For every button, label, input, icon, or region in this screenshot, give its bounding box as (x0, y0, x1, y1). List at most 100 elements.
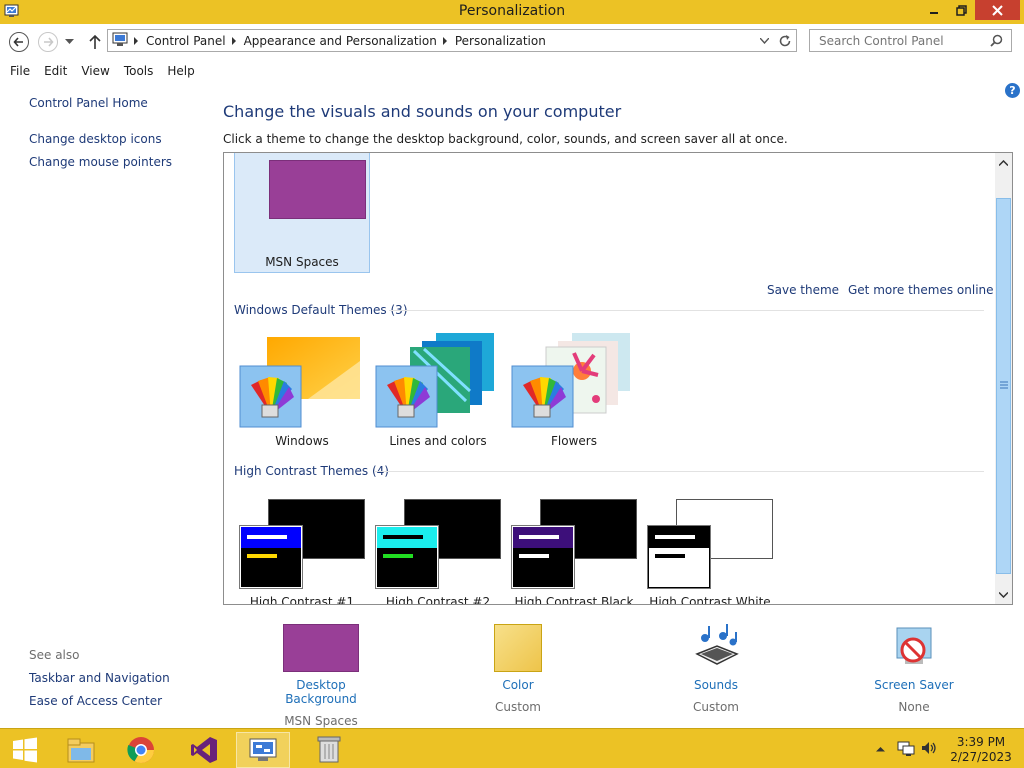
theme-label: Flowers (551, 434, 597, 448)
recent-pages-dropdown[interactable] (62, 31, 76, 53)
menu-tools[interactable]: Tools (117, 64, 161, 78)
desktop-background-setting[interactable]: Desktop Background MSN Spaces (261, 624, 381, 728)
taskbar-navigation-link[interactable]: Taskbar and Navigation (29, 671, 170, 685)
scroll-thumb[interactable] (996, 198, 1011, 574)
menu-view[interactable]: View (74, 64, 116, 78)
theme-high-contrast-white[interactable]: High Contrast White (646, 498, 774, 605)
control-panel-icon (249, 738, 277, 761)
theme-label: High Contrast White (649, 595, 771, 605)
theme-high-contrast-1[interactable]: High Contrast #1 (238, 498, 366, 605)
hc-preview-window (648, 526, 710, 588)
breadcrumb-appearance[interactable]: Appearance and Personalization (244, 34, 437, 48)
save-theme-link[interactable]: Save theme (767, 283, 839, 297)
chevron-down-icon[interactable] (760, 38, 769, 44)
theme-label: High Contrast #2 (385, 595, 491, 605)
breadcrumb-separator-icon (442, 36, 447, 45)
hc-preview-window (376, 526, 438, 588)
theme-label: High Contrast #1 (249, 595, 355, 605)
restore-icon (956, 4, 967, 16)
taskbar: 3:39 PM 2/27/2023 (0, 728, 1024, 768)
theme-list: MSN Spaces Save theme Get more themes on… (223, 152, 1013, 605)
chevron-up-icon (999, 159, 1008, 166)
back-arrow-icon (9, 32, 29, 52)
taskbar-recycle[interactable] (302, 732, 356, 768)
up-arrow-icon (89, 34, 101, 49)
vertical-scrollbar[interactable] (995, 153, 1012, 604)
up-button[interactable] (84, 31, 106, 53)
theme-msn-spaces[interactable]: MSN Spaces (234, 153, 370, 273)
scroll-up-button[interactable] (995, 154, 1012, 171)
sounds-value: Custom (693, 700, 739, 714)
restore-button[interactable] (948, 0, 975, 20)
visual-studio-icon (191, 737, 217, 763)
network-icon[interactable] (897, 740, 915, 756)
chevron-down-icon (999, 591, 1008, 598)
theme-lines-and-colors[interactable]: Lines and colors (374, 331, 502, 451)
breadcrumb-personalization[interactable]: Personalization (455, 34, 546, 48)
theme-flowers[interactable]: Flowers (510, 331, 638, 451)
volume-icon[interactable] (921, 740, 937, 756)
breadcrumb: Control Panel Appearance and Personaliza… (128, 30, 546, 51)
screen-saver-setting[interactable]: Screen Saver None (872, 624, 956, 714)
help-icon[interactable]: ? (1005, 83, 1020, 98)
color-setting[interactable]: Color Custom (478, 624, 558, 714)
file-explorer-icon (67, 738, 95, 763)
theme-windows[interactable]: Windows (238, 331, 366, 451)
page-title: Change the visuals and sounds on your co… (223, 102, 622, 121)
purple-swatch-icon (283, 624, 359, 672)
taskbar-visual-studio[interactable] (177, 732, 231, 768)
menu-file[interactable]: File (0, 64, 37, 78)
forward-button[interactable] (37, 31, 59, 53)
back-button[interactable] (8, 31, 30, 53)
menu-edit[interactable]: Edit (37, 64, 74, 78)
window-title: Personalization (458, 3, 566, 19)
ease-of-access-link[interactable]: Ease of Access Center (29, 694, 162, 708)
clock-date: 2/27/2023 (950, 750, 1012, 764)
color-label[interactable]: Color (478, 678, 558, 692)
yellow-swatch-icon (494, 624, 542, 672)
menu-help[interactable]: Help (160, 64, 201, 78)
theme-high-contrast-2[interactable]: High Contrast #2 (374, 498, 502, 605)
change-desktop-icons-link[interactable]: Change desktop icons (29, 132, 162, 146)
start-icon (13, 737, 37, 763)
scroll-down-button[interactable] (995, 586, 1012, 603)
clock[interactable]: 3:39 PM 2/27/2023 (946, 735, 1016, 765)
search-icon[interactable] (990, 34, 1003, 47)
no-screensaver-icon (896, 627, 932, 664)
grip-icon (1000, 381, 1008, 389)
breadcrumb-separator-icon (134, 36, 138, 45)
page-description: Click a theme to change the desktop back… (223, 132, 788, 146)
close-icon (992, 4, 1003, 16)
search-input[interactable] (810, 30, 980, 51)
show-hidden-icons-icon[interactable] (876, 746, 885, 752)
close-button[interactable] (975, 0, 1020, 20)
chrome-icon (127, 737, 155, 764)
sounds-setting[interactable]: Sounds Custom (676, 624, 756, 714)
screen-saver-label[interactable]: Screen Saver (872, 678, 956, 692)
high-contrast-themes-header: High Contrast Themes (4) (234, 464, 389, 478)
taskbar-chrome[interactable] (114, 732, 168, 768)
title-bar: Personalization (0, 0, 1024, 24)
chevron-down-icon (64, 39, 74, 44)
refresh-icon[interactable] (778, 34, 792, 48)
minimize-button[interactable] (920, 0, 948, 20)
get-more-themes-link[interactable]: Get more themes online (848, 283, 994, 297)
breadcrumb-control-panel[interactable]: Control Panel (146, 34, 226, 48)
hc-preview-window (512, 526, 574, 588)
hc-preview-window (240, 526, 302, 588)
menu-bar: File Edit View Tools Help (0, 60, 1024, 82)
taskbar-file-explorer[interactable] (54, 732, 108, 768)
lines-and-colors-theme-preview (375, 333, 494, 428)
clock-time: 3:39 PM (956, 735, 1006, 749)
address-bar[interactable]: Control Panel Appearance and Personaliza… (107, 29, 797, 52)
control-panel-home-link[interactable]: Control Panel Home (29, 96, 148, 110)
windows-default-themes-header: Windows Default Themes (3) (234, 303, 408, 317)
start-button[interactable] (0, 732, 50, 768)
theme-high-contrast-black[interactable]: High Contrast Black (510, 498, 638, 604)
sounds-label[interactable]: Sounds (676, 678, 756, 692)
taskbar-control-panel[interactable] (236, 732, 290, 768)
group-divider (374, 471, 984, 472)
change-mouse-pointers-link[interactable]: Change mouse pointers (29, 155, 172, 169)
breadcrumb-separator-icon (231, 36, 236, 45)
desktop-background-label[interactable]: Desktop Background (261, 678, 381, 706)
